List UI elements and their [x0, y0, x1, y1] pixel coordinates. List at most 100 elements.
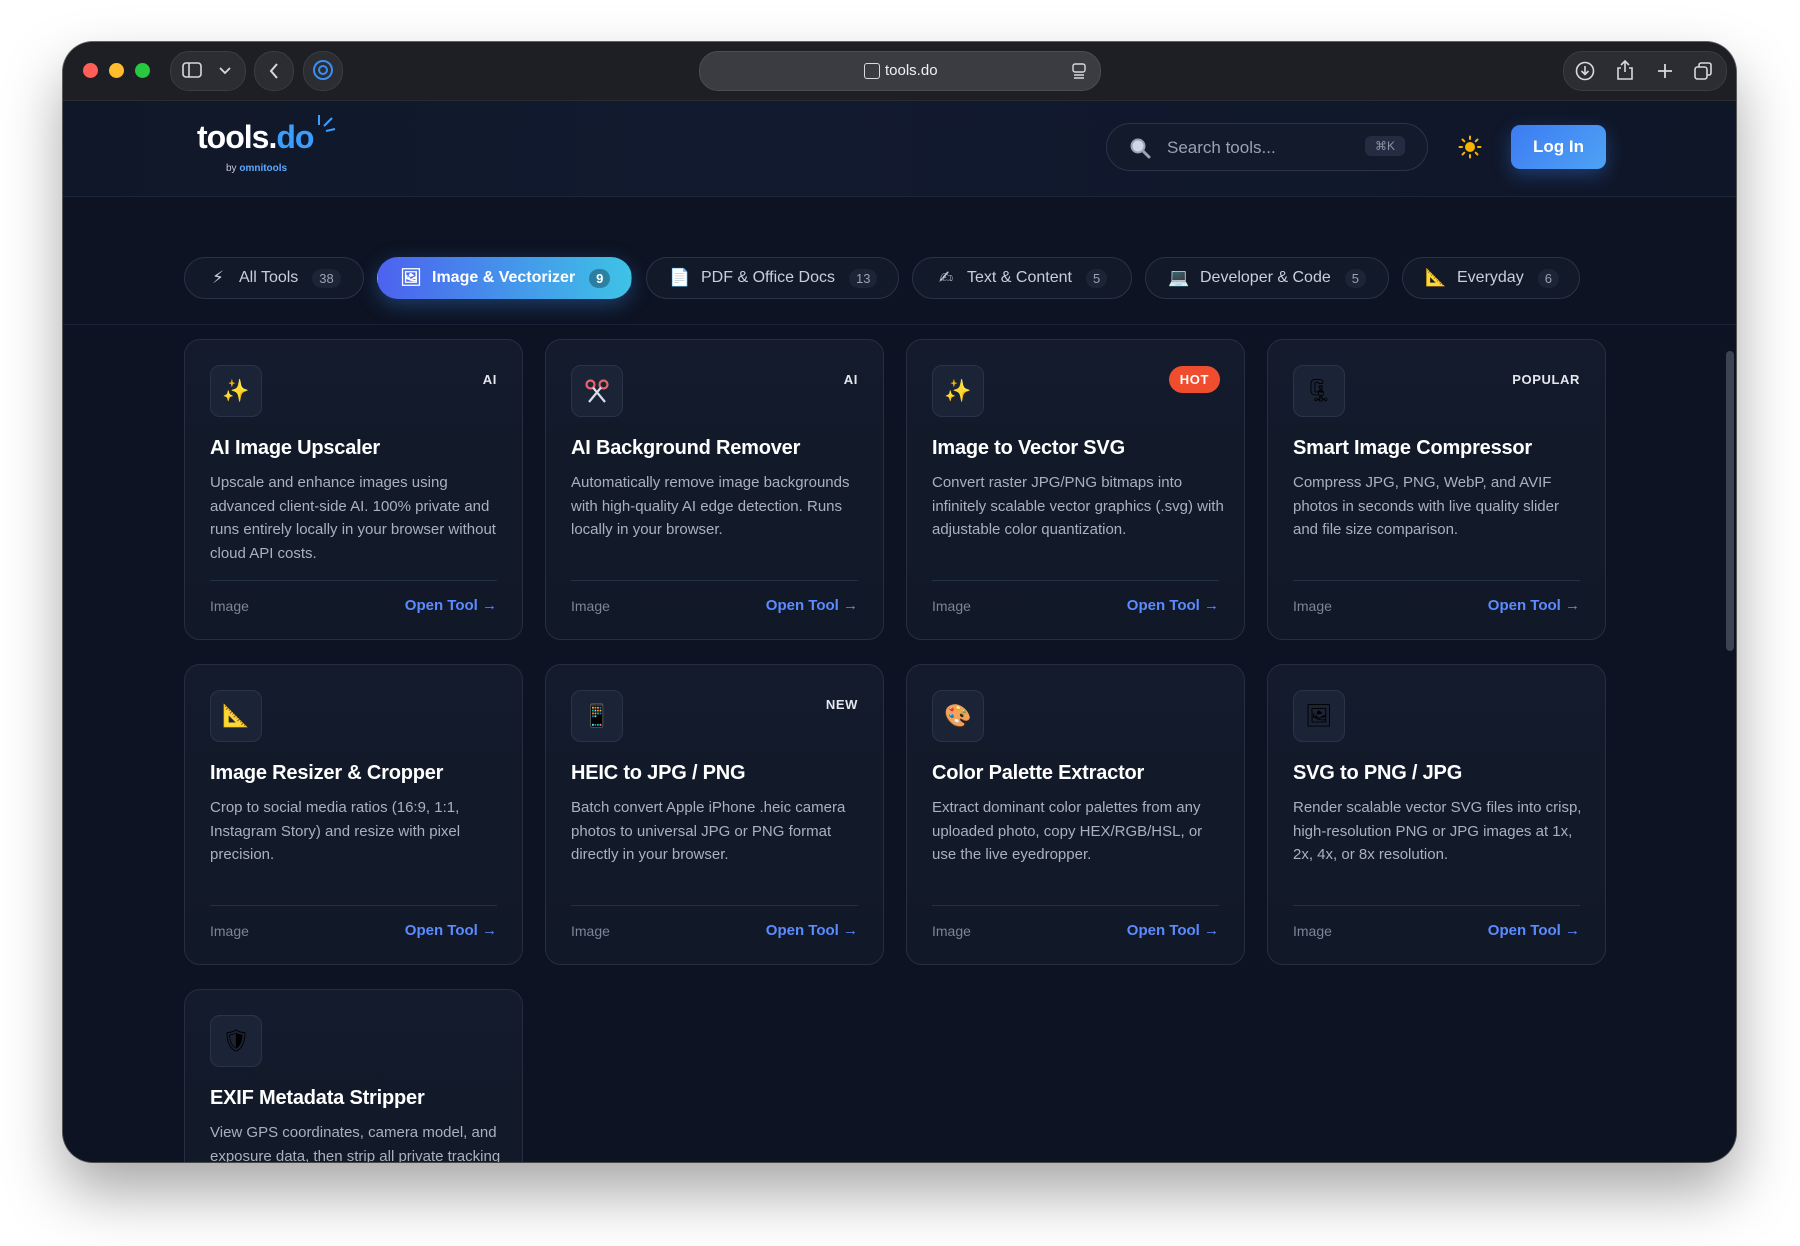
card-category: Image	[932, 923, 971, 939]
card-divider	[571, 580, 858, 581]
chevron-left-icon	[266, 62, 282, 80]
reader-mode-icon[interactable]	[1071, 63, 1087, 79]
ai-badge: AI	[843, 372, 858, 387]
tool-card-ai-background-remover[interactable]: AI AI Background Remover Automatically r…	[545, 339, 884, 640]
new-badge: NEW	[825, 697, 858, 712]
tab-label: All Tools	[239, 269, 299, 286]
card-category: Image	[1293, 598, 1332, 614]
card-title: Color Palette Extractor	[932, 762, 1145, 784]
card-title: AI Image Upscaler	[210, 437, 381, 459]
tab-label: Developer & Code	[1200, 269, 1331, 286]
tool-card-image-to-vector-svg[interactable]: ✨ HOT Image to Vector SVG Convert raster…	[906, 339, 1245, 640]
tool-card-heic-to-jpg-png[interactable]: 📱 NEW HEIC to JPG / PNG Batch convert Ap…	[545, 664, 884, 965]
card-divider	[210, 580, 497, 581]
theme-toggle-button[interactable]	[1458, 135, 1482, 159]
logo-wordmark: tools.do	[197, 119, 314, 155]
browser-toolbar: tools.do	[63, 42, 1736, 101]
card-title: AI Background Remover	[571, 437, 801, 459]
download-icon[interactable]	[1574, 60, 1596, 82]
tab-pdf-office-docs[interactable]: 📄 PDF & Office Docs 13	[646, 257, 899, 299]
search-input[interactable]: Search tools... ⌘K	[1106, 123, 1428, 171]
tool-card-exif-metadata-stripper[interactable]: 🛡 EXIF Metadata Stripper View GPS coordi…	[184, 989, 523, 1162]
card-category: Image	[210, 598, 249, 614]
logo-tagline: by omnitools	[226, 163, 288, 174]
tab-all-tools[interactable]: ⚡ All Tools 38	[184, 257, 364, 299]
mobile-phone-icon: 📱	[571, 690, 623, 742]
extension-icon	[312, 59, 334, 81]
site-favicon-icon	[864, 63, 880, 79]
card-description: Automatically remove image backgrounds w…	[571, 474, 850, 538]
search-icon	[1129, 137, 1151, 164]
popular-badge: POPULAR	[1512, 372, 1580, 387]
card-title: Image to Vector SVG	[932, 437, 1125, 459]
tab-count: 5	[1085, 268, 1108, 288]
sidebar-icon	[181, 61, 203, 79]
card-title: SVG to PNG / JPG	[1293, 762, 1463, 784]
open-tool-link[interactable]: Open Tool →	[1127, 597, 1219, 614]
tool-card-image-resizer-cropper[interactable]: 📐 Image Resizer & Cropper Crop to social…	[184, 664, 523, 965]
minimize-window-button[interactable]	[109, 63, 124, 78]
card-description: Crop to social media ratios (16:9, 1:1, …	[210, 799, 461, 863]
tab-overview-icon[interactable]	[1692, 60, 1714, 82]
tool-card-smart-image-compressor[interactable]: 🗜 POPULAR Smart Image Compressor Compres…	[1267, 339, 1606, 640]
new-tab-icon[interactable]	[1654, 60, 1676, 82]
site-logo[interactable]: tools.do by omnitools	[197, 115, 336, 174]
address-bar[interactable]: tools.do	[699, 51, 1101, 91]
card-title: Image Resizer & Cropper	[210, 762, 444, 784]
ai-badge: AI	[482, 372, 497, 387]
hot-badge: HOT	[1168, 366, 1220, 393]
tab-everyday[interactable]: 📐 Everyday 6	[1402, 257, 1580, 299]
sparkles-icon: ✨	[932, 365, 984, 417]
tool-card-svg-to-png-jpg[interactable]: 🖼 SVG to PNG / JPG Render scalable vecto…	[1267, 664, 1606, 965]
clamp-icon: 🗜	[1293, 365, 1345, 417]
open-tool-link[interactable]: Open Tool →	[405, 597, 497, 614]
card-divider	[571, 905, 858, 906]
card-title: EXIF Metadata Stripper	[210, 1087, 425, 1109]
triangle-ruler-icon: 📐	[210, 690, 262, 742]
logo-sparkle-icon	[318, 115, 336, 132]
card-category: Image	[932, 598, 971, 614]
search-shortcut-hint: ⌘K	[1364, 136, 1405, 156]
maximize-window-button[interactable]	[135, 63, 150, 78]
shield-icon: 🛡	[210, 1015, 262, 1067]
sidebar-toggle-button[interactable]	[170, 51, 246, 91]
card-category: Image	[571, 598, 610, 614]
tool-card-color-palette-extractor[interactable]: 🎨 Color Palette Extractor Extract domina…	[906, 664, 1245, 965]
open-tool-link[interactable]: Open Tool →	[766, 922, 858, 939]
toolbar-actions	[1563, 51, 1727, 91]
login-button[interactable]: Log In	[1511, 125, 1606, 169]
back-button[interactable]	[254, 51, 294, 91]
card-category: Image	[210, 923, 249, 939]
open-tool-link[interactable]: Open Tool →	[766, 597, 858, 614]
tab-count: 13	[848, 268, 878, 288]
tab-count: 6	[1537, 268, 1559, 288]
tool-card-ai-image-upscaler[interactable]: ✨ AI AI Image Upscaler Upscale and enhan…	[184, 339, 523, 640]
share-icon[interactable]	[1614, 59, 1636, 81]
card-description: Extract dominant color palettes from any…	[932, 799, 1203, 863]
open-tool-link[interactable]: Open Tool →	[1488, 597, 1580, 614]
open-tool-link[interactable]: Open Tool →	[1127, 922, 1219, 939]
card-description: Upscale and enhance images using advance…	[210, 474, 496, 562]
framed-picture-icon: 🖼	[1293, 690, 1345, 742]
close-window-button[interactable]	[83, 63, 98, 78]
tab-label: PDF & Office Docs	[701, 269, 835, 286]
card-description: Convert raster JPG/PNG bitmaps into infi…	[932, 474, 1224, 538]
tab-image-vectorizer[interactable]: 🖼 Image & Vectorizer 9	[377, 257, 632, 299]
lightning-icon: ⚡	[212, 268, 224, 287]
card-title: Smart Image Compressor	[1293, 437, 1533, 459]
open-tool-link[interactable]: Open Tool →	[1488, 922, 1580, 939]
card-description: Compress JPG, PNG, WebP, and AVIF photos…	[1293, 474, 1559, 538]
tab-developer-code[interactable]: 💻 Developer & Code 5	[1145, 257, 1389, 299]
page-scrollbar[interactable]	[1726, 351, 1734, 651]
tab-count: 38	[312, 268, 341, 288]
tab-label: Text & Content	[967, 269, 1072, 286]
card-description: Render scalable vector SVG files into cr…	[1293, 799, 1582, 863]
search-placeholder: Search tools...	[1167, 138, 1276, 157]
image-icon: 🖼	[400, 268, 422, 287]
scissors-icon	[571, 365, 623, 417]
open-tool-link[interactable]: Open Tool →	[405, 922, 497, 939]
extension-button[interactable]	[303, 51, 343, 91]
card-divider	[932, 580, 1219, 581]
tab-text-content[interactable]: ✍ Text & Content 5	[912, 257, 1132, 299]
page-content: tools.do by omnitools Search tools... ⌘K	[63, 101, 1736, 1162]
